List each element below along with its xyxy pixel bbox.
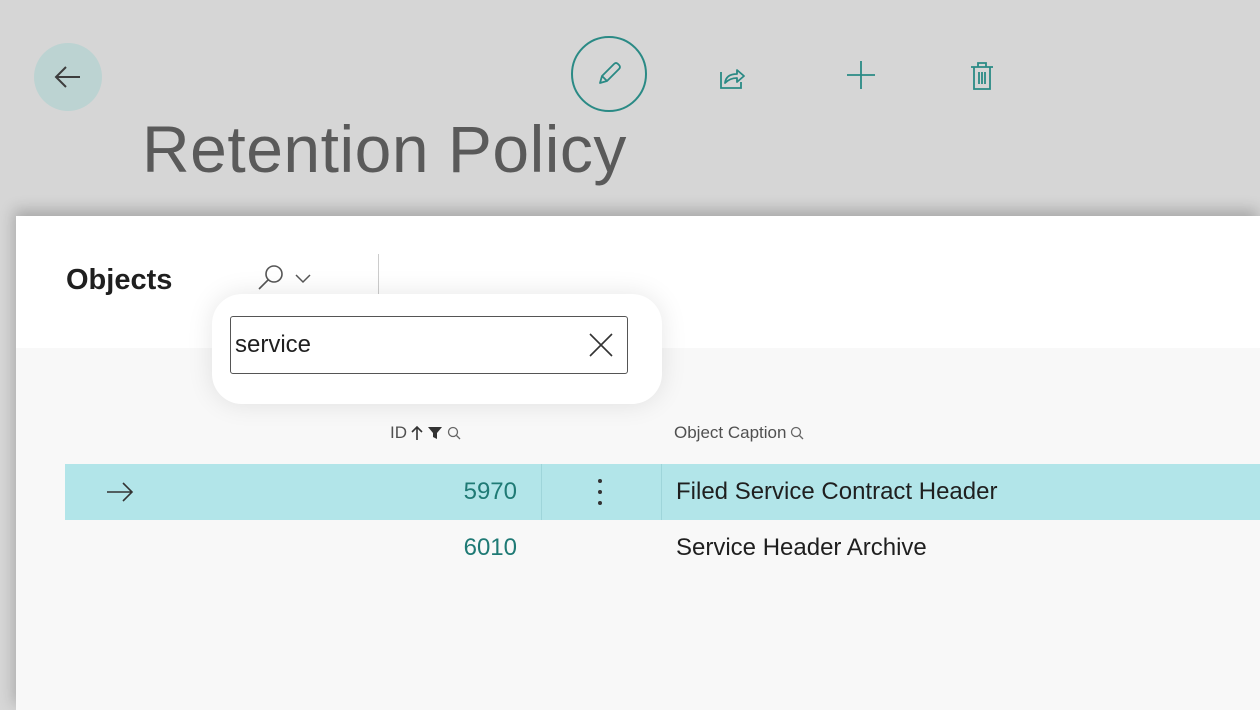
cell-caption: Service Header Archive: [676, 534, 927, 561]
column-search-icon[interactable]: [790, 426, 804, 440]
arrow-left-icon: [54, 66, 80, 88]
cell-divider: [541, 464, 542, 520]
cell-id[interactable]: 5970: [407, 478, 517, 506]
back-button[interactable]: [34, 43, 102, 111]
part-title: Objects: [66, 264, 173, 296]
column-search-icon[interactable]: [447, 426, 461, 440]
objects-part: Objects ID Object Caption: [16, 216, 1260, 710]
pencil-icon: [599, 62, 621, 84]
table-row[interactable]: 6010 Service Header Archive: [65, 520, 1260, 576]
search-input[interactable]: [235, 329, 565, 361]
plus-icon: [847, 61, 875, 89]
edit-button[interactable]: [571, 36, 647, 112]
new-button[interactable]: [838, 52, 884, 98]
share-icon: [720, 69, 745, 89]
chevron-down-icon: [295, 274, 311, 284]
cell-caption: Filed Service Contract Header: [676, 478, 998, 505]
filter-icon[interactable]: [427, 425, 443, 441]
page-title: Retention Policy: [142, 112, 627, 186]
sort-ascending-icon: [411, 425, 423, 440]
column-header-label: ID: [390, 423, 407, 442]
toolbar-separator: [378, 254, 379, 298]
column-header-id[interactable]: ID: [390, 423, 461, 443]
cell-divider: [661, 464, 662, 520]
close-icon[interactable]: [587, 331, 615, 359]
cell-id[interactable]: 6010: [407, 534, 517, 562]
share-button[interactable]: [712, 57, 752, 97]
search-box[interactable]: [230, 316, 628, 374]
more-options-icon[interactable]: [592, 474, 608, 510]
trash-icon: [971, 62, 993, 90]
search-icon: [258, 265, 283, 290]
column-header-object-caption[interactable]: Object Caption: [674, 423, 804, 443]
search-toggle-button[interactable]: [256, 260, 330, 296]
delete-button[interactable]: [962, 54, 1002, 98]
table-row[interactable]: 5970 Filed Service Contract Header: [65, 464, 1260, 520]
column-header-label: Object Caption: [674, 423, 787, 442]
arrow-right-icon: [107, 482, 134, 502]
